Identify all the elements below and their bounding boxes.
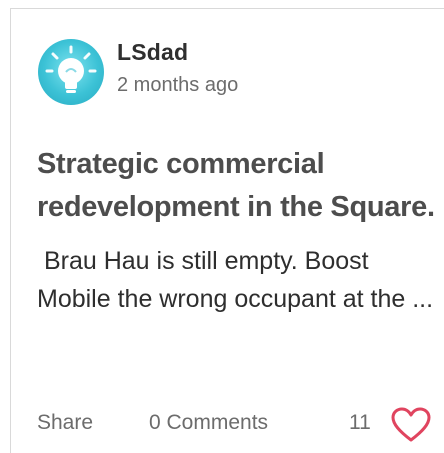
avatar[interactable] bbox=[38, 39, 104, 105]
heart-icon[interactable] bbox=[391, 407, 431, 443]
lightbulb-avatar-icon bbox=[45, 45, 97, 93]
share-button[interactable]: Share bbox=[37, 411, 93, 435]
post-title[interactable]: Strategic commercial redevelopment in th… bbox=[37, 143, 444, 229]
comments-link[interactable]: 0 Comments bbox=[149, 411, 268, 435]
post-excerpt[interactable]: Brau Hau is still empty. Boost Mobile th… bbox=[37, 242, 437, 318]
likes-count: 11 bbox=[349, 411, 371, 434]
post-footer: Share 0 Comments 11 bbox=[37, 407, 437, 443]
author-name[interactable]: LSdad bbox=[117, 39, 188, 66]
post-card[interactable]: LSdad 2 months ago Strategic commercial … bbox=[10, 8, 444, 453]
post-timestamp: 2 months ago bbox=[117, 74, 239, 96]
